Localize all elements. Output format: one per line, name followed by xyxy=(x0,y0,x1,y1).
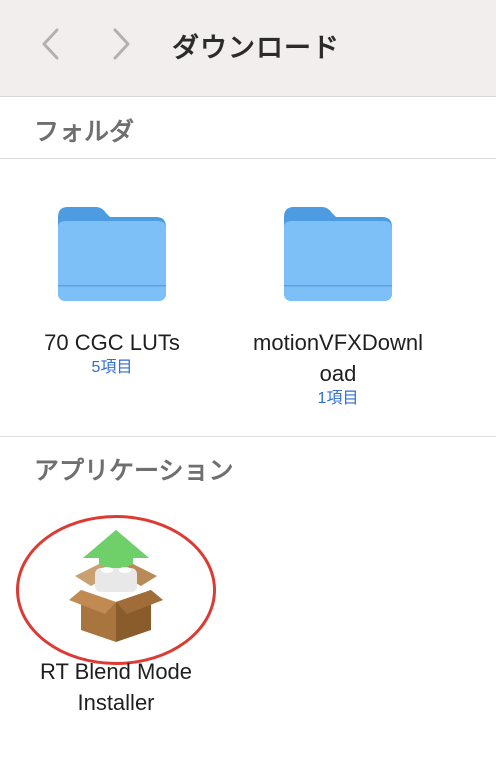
folder-icon xyxy=(284,207,392,301)
app-name-line2: Installer xyxy=(77,690,155,715)
folder-name-line1: motionVFXDownl xyxy=(253,330,423,355)
app-item-rt-blend-mode-installer[interactable]: RT Blend Mode Installer xyxy=(16,528,216,718)
section-title-folders: フォルダ xyxy=(34,117,135,146)
window-title: ダウンロード xyxy=(172,33,340,64)
folder-item-count: 5項目 xyxy=(91,359,133,376)
folder-icon xyxy=(58,207,166,301)
app-name-line1: RT Blend Mode xyxy=(39,659,193,684)
toolbar: ダウンロード xyxy=(0,0,496,97)
section-title-applications: アプリケーション xyxy=(34,456,234,485)
folder-item-count: 1項目 xyxy=(317,390,359,407)
folder-name: 70 CGC LUTs xyxy=(44,330,180,355)
folder-item-motionvfxdownload[interactable]: motionVFXDownl oad 1項目 xyxy=(238,195,438,409)
back-button[interactable] xyxy=(30,22,70,66)
folder-item-70-cgc-luts[interactable]: 70 CGC LUTs 5項目 xyxy=(22,195,202,378)
folder-name-line2: oad xyxy=(319,361,357,386)
forward-button[interactable] xyxy=(102,22,142,66)
chevron-left-icon xyxy=(42,28,59,60)
section-header-applications: アプリケーション xyxy=(0,436,496,497)
chevron-right-icon xyxy=(113,28,130,60)
section-header-folders: フォルダ xyxy=(0,98,496,159)
finder-window: ダウンロード フォルダ 70 CGC LUTs 5項目 motionVFXDow… xyxy=(0,0,496,766)
installer-package-icon xyxy=(69,530,163,642)
